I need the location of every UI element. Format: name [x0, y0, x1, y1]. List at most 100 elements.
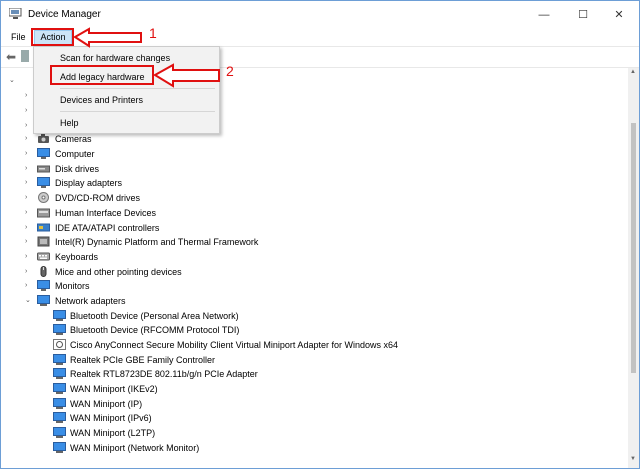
tree-item-dvd-drives[interactable]: › DVD/CD-ROM drives: [25, 191, 325, 205]
tree-item-label: IDE ATA/ATAPI controllers: [55, 223, 160, 233]
dvd-drive-icon: [38, 192, 49, 203]
tree-item-network-adapters[interactable]: ⌄ Network adapters: [25, 294, 325, 308]
menu-help[interactable]: Help: [109, 30, 136, 45]
ide-controller-icon: [37, 223, 50, 232]
chevron-right-icon[interactable]: ›: [25, 223, 33, 233]
toolbar-button[interactable]: [21, 50, 29, 62]
menu-separator: [60, 88, 215, 89]
tree-item-label: Mice and other pointing devices: [55, 267, 182, 277]
chevron-right-icon[interactable]: ›: [25, 267, 33, 277]
network-adapter-label: WAN Miniport (IP): [70, 399, 143, 409]
chevron-right-icon[interactable]: ›: [25, 237, 33, 247]
tree-item-display-adapters[interactable]: › Display adapters: [25, 176, 325, 190]
chevron-right-icon[interactable]: ›: [25, 178, 33, 188]
network-adapter-row[interactable]: WAN Miniport (IPv6): [53, 411, 553, 425]
chevron-right-icon[interactable]: ›: [25, 91, 33, 101]
tree-root-row[interactable]: ⌄: [7, 74, 27, 88]
network-adapter-icon: [53, 442, 66, 453]
chevron-right-icon[interactable]: ›: [25, 106, 33, 116]
network-adapter-row[interactable]: WAN Miniport (Network Monitor): [53, 441, 553, 455]
hid-icon: [37, 208, 50, 218]
network-adapter-icon: [53, 412, 66, 423]
network-adapter-label: WAN Miniport (IPv6): [70, 413, 152, 423]
chevron-right-icon[interactable]: ›: [25, 281, 33, 291]
menu-item-help[interactable]: Help: [34, 114, 219, 132]
back-arrow-icon[interactable]: ⬅: [6, 50, 16, 64]
tree-item-monitors[interactable]: › Monitors: [25, 279, 325, 293]
chevron-right-icon[interactable]: ›: [25, 208, 33, 218]
tree-item-keyboards[interactable]: › Keyboards: [25, 250, 325, 264]
network-adapter-label: WAN Miniport (IKEv2): [70, 384, 158, 394]
network-adapter-icon: [53, 427, 66, 438]
chevron-right-icon[interactable]: ›: [25, 252, 33, 262]
annotation-box-action: [31, 28, 74, 46]
tree-item-hid[interactable]: › Human Interface Devices: [25, 206, 325, 220]
chevron-down-icon[interactable]: ⌄: [9, 76, 17, 86]
tree-item-disk-drives[interactable]: › Disk drives: [25, 162, 325, 176]
scroll-thumb[interactable]: [631, 123, 636, 373]
minimize-button[interactable]: —: [529, 5, 559, 25]
title-bar[interactable]: Device Manager — ☐ ✕: [1, 1, 639, 29]
network-adapter-row[interactable]: Bluetooth Device (RFCOMM Protocol TDI): [53, 323, 553, 337]
network-adapter-row[interactable]: Bluetooth Device (Personal Area Network): [53, 309, 553, 323]
tree-item-mice[interactable]: › Mice and other pointing devices: [25, 265, 325, 279]
tree-item-label: Keyboards: [55, 252, 99, 262]
network-adapter-icon: [53, 310, 66, 321]
network-adapter-label: Realtek RTL8723DE 802.11b/g/n PCIe Adapt…: [70, 369, 258, 379]
tree-row-hidden[interactable]: ›: [25, 119, 33, 133]
chevron-right-icon[interactable]: ›: [25, 134, 33, 144]
network-adapter-label: Cisco AnyConnect Secure Mobility Client …: [70, 340, 398, 350]
intel-thermal-icon: [37, 236, 50, 247]
chevron-right-icon[interactable]: ›: [25, 164, 33, 174]
network-adapter-row[interactable]: Realtek PCIe GBE Family Controller: [53, 353, 553, 367]
camera-icon: [38, 134, 49, 143]
network-adapter-icon: [53, 354, 66, 365]
tree-item-label: Human Interface Devices: [55, 208, 157, 218]
network-adapter-label: WAN Miniport (Network Monitor): [70, 443, 200, 453]
annotation-label-1: 1: [149, 25, 157, 41]
chevron-right-icon[interactable]: ›: [25, 121, 33, 131]
tree-item-intel-thermal[interactable]: › Intel(R) Dynamic Platform and Thermal …: [25, 235, 325, 249]
network-adapter-row[interactable]: WAN Miniport (L2TP): [53, 426, 553, 440]
menu-file[interactable]: File: [7, 30, 30, 45]
display-adapter-icon: [37, 177, 50, 188]
window-title: Device Manager: [28, 9, 101, 20]
network-adapter-row[interactable]: Cisco AnyConnect Secure Mobility Client …: [53, 338, 573, 352]
chevron-down-icon[interactable]: ⌄: [25, 296, 33, 306]
menu-view[interactable]: View: [77, 30, 104, 45]
vertical-scrollbar[interactable]: ▲ ▼: [628, 68, 639, 468]
scroll-down-icon[interactable]: ▼: [630, 456, 636, 462]
network-adapter-label: Realtek PCIe GBE Family Controller: [70, 355, 216, 365]
annotation-label-2: 2: [226, 63, 234, 79]
tree-row-hidden[interactable]: ›: [25, 89, 33, 103]
network-adapter-row[interactable]: WAN Miniport (IKEv2): [53, 382, 553, 396]
network-adapter-row[interactable]: Realtek RTL8723DE 802.11b/g/n PCIe Adapt…: [53, 367, 553, 381]
mouse-icon: [40, 266, 47, 277]
close-button[interactable]: ✕: [604, 5, 634, 25]
network-adapter-row[interactable]: WAN Miniport (IP): [53, 397, 553, 411]
menu-separator: [60, 111, 215, 112]
maximize-button[interactable]: ☐: [568, 5, 598, 25]
tree-row-hidden[interactable]: ›: [25, 104, 33, 118]
tree-item-label: Disk drives: [55, 164, 100, 174]
network-adapter-icon: [37, 295, 50, 306]
device-manager-window: Device Manager — ☐ ✕ File Action View He…: [0, 0, 640, 469]
tree-item-ide-controllers[interactable]: › IDE ATA/ATAPI controllers: [25, 221, 325, 235]
tree-item-label: DVD/CD-ROM drives: [55, 193, 141, 203]
chevron-right-icon[interactable]: ›: [25, 149, 33, 159]
tree-item-label: Intel(R) Dynamic Platform and Thermal Fr…: [55, 237, 259, 247]
monitor-icon: [37, 280, 50, 291]
scroll-up-icon[interactable]: ▲: [630, 69, 636, 75]
tree-item-label: Display adapters: [55, 178, 123, 188]
tree-item-computer[interactable]: › Computer: [25, 147, 325, 161]
tree-item-label: Cameras: [55, 134, 92, 144]
network-adapter-label: Bluetooth Device (RFCOMM Protocol TDI): [70, 325, 240, 335]
menu-bar: File Action View Help: [1, 29, 639, 46]
chevron-right-icon[interactable]: ›: [25, 193, 33, 203]
tree-item-cameras[interactable]: › Cameras: [25, 132, 325, 146]
network-adapter-label: Bluetooth Device (Personal Area Network): [70, 311, 239, 321]
disk-drive-icon: [37, 165, 50, 173]
computer-icon: [37, 148, 50, 159]
menu-item-devices-printers[interactable]: Devices and Printers: [34, 91, 219, 109]
tree-item-label: Computer: [55, 149, 95, 159]
